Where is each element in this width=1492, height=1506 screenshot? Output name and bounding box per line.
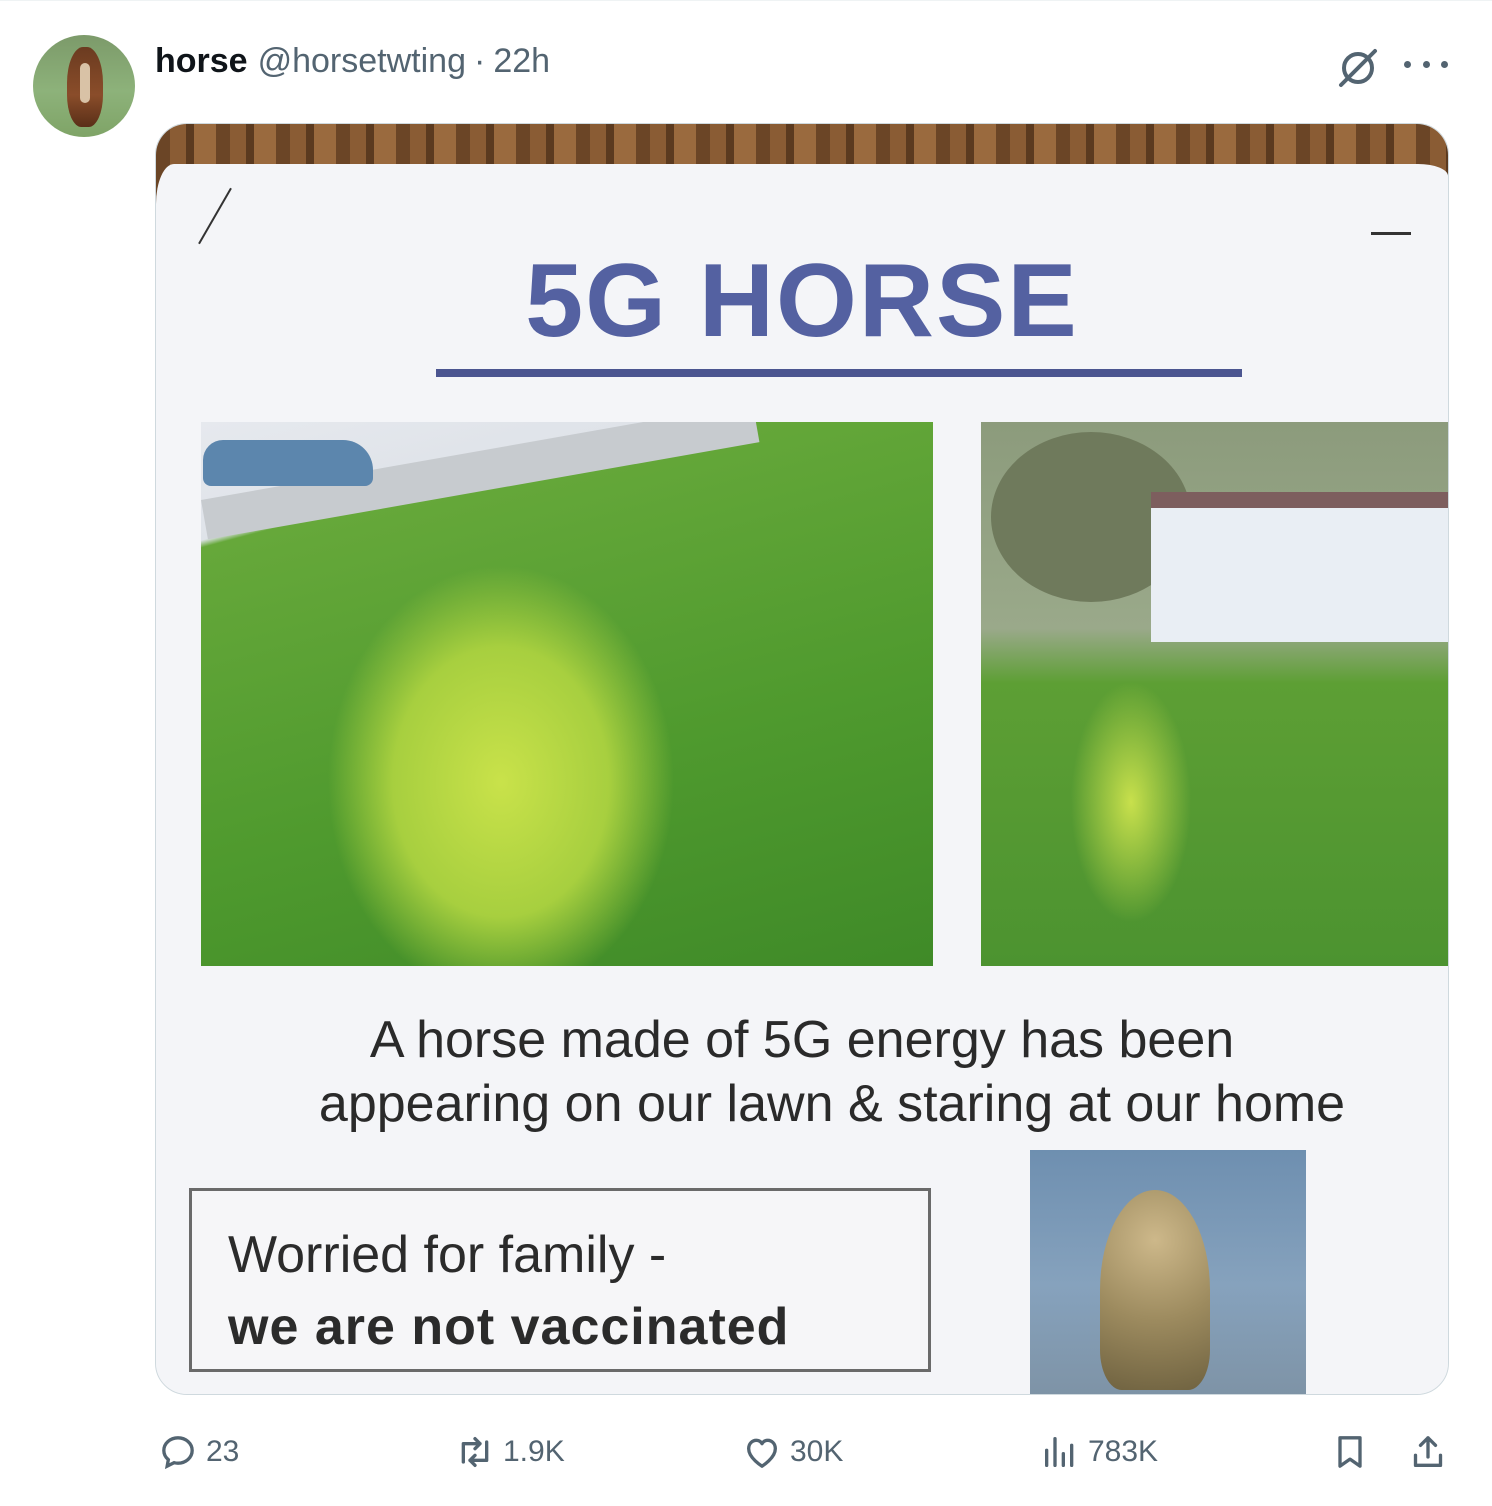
separator-dot: · xyxy=(473,41,486,80)
flyer-caption-line2: appearing on our lawn & staring at our h… xyxy=(318,1075,1346,1133)
more-icon[interactable] xyxy=(1404,49,1448,79)
flyer-caption-line1: A horse made of 5G energy has been xyxy=(369,1011,1235,1069)
reply-count: 23 xyxy=(206,1435,240,1468)
lawn-photo-left xyxy=(201,422,933,966)
grok-icon[interactable] xyxy=(1335,45,1381,91)
like-button[interactable]: 30K xyxy=(742,1427,843,1477)
share-icon xyxy=(1413,1436,1443,1467)
more-dot xyxy=(1422,60,1430,68)
action-bar: 23 1.9K 30K 783K xyxy=(0,1427,1492,1477)
author-name[interactable]: horse xyxy=(155,42,248,81)
lawn-photo-right xyxy=(981,422,1448,966)
more-dot xyxy=(1441,60,1448,68)
views-icon xyxy=(1045,1437,1074,1467)
headline-underline xyxy=(436,369,1242,377)
bookmark-icon xyxy=(1338,1436,1362,1468)
share-button[interactable] xyxy=(1408,1427,1456,1477)
more-dot xyxy=(1404,60,1411,68)
retweet-icon xyxy=(461,1437,489,1467)
flyer-headline: 5G HORSE xyxy=(525,243,1079,359)
like-count: 30K xyxy=(790,1435,844,1468)
retweet-button[interactable]: 1.9K xyxy=(455,1427,565,1477)
warning-line2: we are not vaccinated xyxy=(228,1298,790,1356)
retweet-count: 1.9K xyxy=(503,1435,565,1468)
timestamp[interactable]: 22h xyxy=(493,42,550,81)
reply-icon xyxy=(162,1436,194,1470)
like-icon xyxy=(747,1438,777,1468)
flyer-warning-box: Worried for family - we are not vaccinat… xyxy=(189,1188,931,1372)
horse-blaze-shape xyxy=(80,63,90,103)
car-shape xyxy=(203,440,373,486)
views-count: 783K xyxy=(1088,1435,1159,1468)
tweet-image[interactable]: 5G HORSE A horse made of 5G energy has b… xyxy=(155,123,1449,1395)
avatar[interactable] xyxy=(33,35,135,137)
author-handle[interactable]: @horsetwting xyxy=(258,42,466,81)
pen-mark xyxy=(1371,232,1411,235)
views-button[interactable]: 783K xyxy=(1040,1427,1158,1477)
warning-line1: Worried for family - xyxy=(228,1226,667,1284)
alien-picture xyxy=(1030,1150,1306,1394)
tweet[interactable]: horse @horsetwting · 22h 5G HORSE A hors… xyxy=(0,0,1492,1506)
bookmark-button[interactable] xyxy=(1330,1427,1378,1477)
house-shape xyxy=(1151,492,1448,642)
tweet-header: horse @horsetwting · 22h xyxy=(155,39,550,83)
reply-button[interactable]: 23 xyxy=(158,1427,239,1477)
alien-figure-shape xyxy=(1100,1190,1210,1390)
